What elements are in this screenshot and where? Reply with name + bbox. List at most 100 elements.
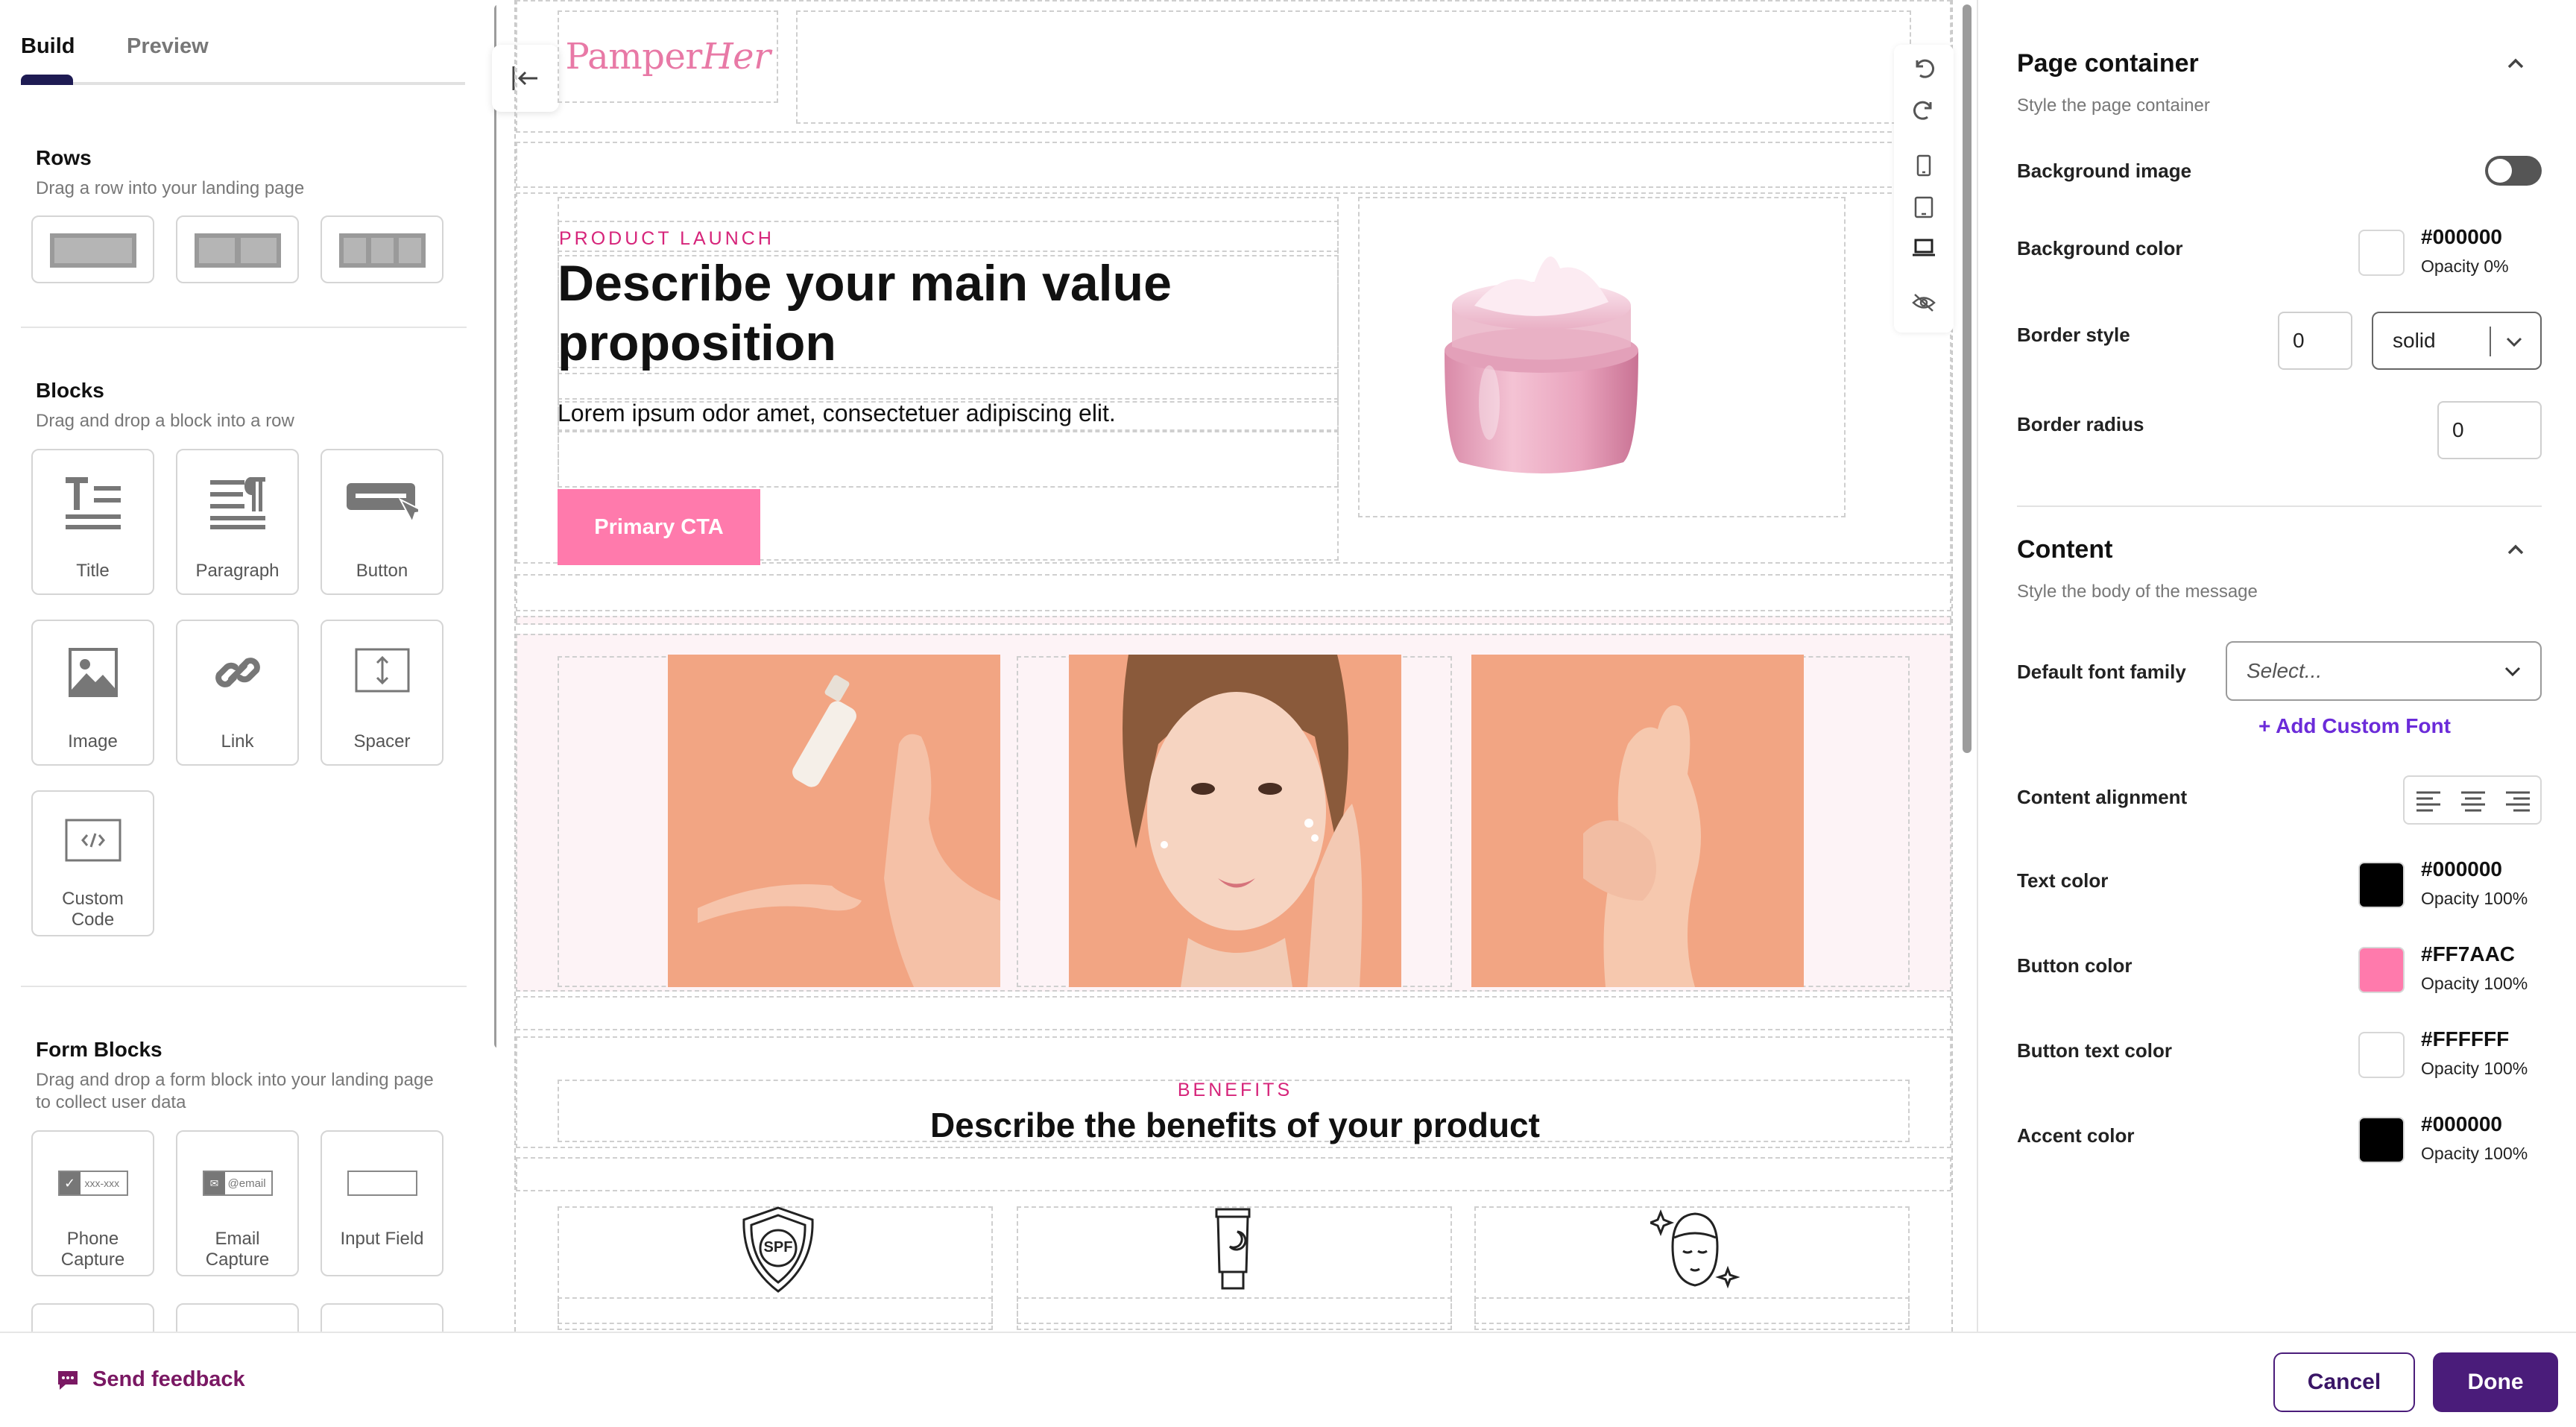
sunscreen-tube-icon[interactable] bbox=[1196, 1205, 1270, 1294]
text-color-swatch[interactable] bbox=[2358, 862, 2405, 908]
spacer-icon bbox=[355, 648, 409, 693]
canvas-scrollbar[interactable] bbox=[1963, 4, 1972, 753]
undo-button[interactable] bbox=[1909, 54, 1939, 84]
form-block-input-field[interactable]: Input Field bbox=[321, 1130, 443, 1276]
block-label: Link bbox=[221, 731, 254, 752]
hero-eyebrow[interactable]: PRODUCT LAUNCH bbox=[559, 228, 774, 250]
tab-build[interactable]: Build bbox=[21, 34, 75, 59]
eye-off-icon bbox=[1912, 294, 1936, 312]
block-custom-code[interactable]: Custom Code bbox=[31, 790, 154, 936]
font-family-label: Default font family bbox=[2017, 661, 2186, 683]
glowing-face-icon[interactable] bbox=[1647, 1202, 1740, 1294]
border-style-select[interactable]: solid bbox=[2372, 312, 2542, 370]
rows-title: Rows bbox=[36, 146, 92, 169]
block-title[interactable]: Title bbox=[31, 449, 154, 595]
button-text-color-hex[interactable]: #FFFFFF bbox=[2421, 1027, 2509, 1051]
text-color-opacity: Opacity 100% bbox=[2421, 889, 2528, 908]
chevron-up-icon[interactable] bbox=[2504, 538, 2527, 561]
align-left-icon[interactable] bbox=[2414, 787, 2443, 816]
block-label: Input Field bbox=[340, 1229, 424, 1249]
align-center-icon[interactable] bbox=[2458, 787, 2488, 816]
desktop-icon bbox=[1913, 239, 1935, 256]
background-color-hex[interactable]: #000000 bbox=[2421, 225, 2502, 249]
phone-capture-icon: ✓ xxx-xxx bbox=[57, 1171, 128, 1196]
spacer-row[interactable] bbox=[516, 574, 1951, 611]
select-separator bbox=[2490, 327, 2491, 356]
accent-color-hex[interactable]: #000000 bbox=[2421, 1112, 2502, 1136]
button-text-color-swatch[interactable] bbox=[2358, 1032, 2405, 1078]
brand-logo[interactable]: PamperHer bbox=[558, 10, 778, 103]
block-paragraph[interactable]: Paragraph bbox=[176, 449, 299, 595]
chevron-down-icon bbox=[2506, 337, 2522, 347]
cancel-button[interactable]: Cancel bbox=[2273, 1352, 2415, 1412]
canvas-toolbar bbox=[1894, 45, 1954, 333]
panel-tabs: Build Preview bbox=[21, 30, 465, 85]
hands-gesture-image[interactable] bbox=[1471, 655, 1804, 987]
divider-row[interactable] bbox=[516, 616, 1951, 625]
blocks-subtitle: Drag and drop a block into a row bbox=[36, 411, 294, 431]
landing-page-canvas: PamperHer PRODUCT LAUNCH Describe your m… bbox=[514, 0, 1953, 1332]
redo-button[interactable] bbox=[1909, 95, 1939, 125]
hero-body-text[interactable]: Lorem ipsum odor amet, consectetuer adip… bbox=[558, 400, 1116, 427]
block-label: Image bbox=[68, 731, 118, 752]
border-width-input[interactable]: 0 bbox=[2278, 312, 2352, 370]
done-button[interactable]: Done bbox=[2433, 1352, 2558, 1412]
row-three-columns[interactable] bbox=[321, 215, 443, 283]
product-jar-image[interactable] bbox=[1400, 224, 1683, 492]
spacer-block[interactable] bbox=[558, 373, 1339, 400]
one-column-icon bbox=[49, 233, 136, 268]
benefits-title[interactable]: Describe the benefits of your product bbox=[516, 1105, 1951, 1145]
desktop-view-button[interactable] bbox=[1909, 233, 1939, 262]
hide-elements-button[interactable] bbox=[1909, 288, 1939, 318]
form-block-partial[interactable] bbox=[321, 1303, 443, 1332]
left-panel-scrollbar[interactable] bbox=[494, 4, 496, 1048]
text-color-hex[interactable]: #000000 bbox=[2421, 857, 2502, 881]
header-empty-column[interactable] bbox=[796, 10, 1911, 124]
benefit-text-block[interactable] bbox=[1017, 1297, 1452, 1324]
benefit-text-block[interactable] bbox=[558, 1297, 993, 1324]
background-color-swatch[interactable] bbox=[2358, 230, 2405, 276]
background-image-toggle[interactable] bbox=[2485, 156, 2542, 186]
woman-face-cream-image[interactable] bbox=[1069, 655, 1401, 987]
block-button[interactable]: Button bbox=[321, 449, 443, 595]
button-color-hex[interactable]: #FF7AAC bbox=[2421, 942, 2515, 966]
spf-shield-icon[interactable]: SPF bbox=[735, 1205, 821, 1294]
spacer-row[interactable] bbox=[516, 996, 1951, 1030]
form-block-partial[interactable] bbox=[31, 1303, 154, 1332]
code-icon bbox=[65, 819, 121, 862]
accent-color-swatch[interactable] bbox=[2358, 1117, 2405, 1163]
form-block-partial[interactable] bbox=[176, 1303, 299, 1332]
tab-preview[interactable]: Preview bbox=[127, 34, 209, 59]
form-block-email-capture[interactable]: ✉ @email Email Capture bbox=[176, 1130, 299, 1276]
benefits-eyebrow[interactable]: BENEFITS bbox=[516, 1080, 1951, 1101]
hands-applying-cream-image[interactable] bbox=[668, 655, 1000, 987]
form-block-phone-capture[interactable]: ✓ xxx-xxx Phone Capture bbox=[31, 1130, 154, 1276]
content-subtitle: Style the body of the message bbox=[2017, 582, 2258, 602]
primary-cta-button[interactable]: Primary CTA bbox=[558, 489, 760, 565]
border-radius-input[interactable]: 0 bbox=[2437, 401, 2542, 459]
add-custom-font-link[interactable]: + Add Custom Font bbox=[2258, 714, 2451, 738]
mobile-view-button[interactable] bbox=[1909, 151, 1939, 180]
tablet-view-button[interactable] bbox=[1909, 192, 1939, 222]
image-icon bbox=[68, 648, 118, 697]
block-link[interactable]: Link bbox=[176, 620, 299, 766]
divider bbox=[21, 327, 467, 328]
hero-title[interactable]: Describe your main value proposition bbox=[558, 253, 1303, 373]
font-family-select[interactable]: Select... bbox=[2226, 641, 2542, 701]
title-icon bbox=[65, 477, 121, 529]
row-two-columns[interactable] bbox=[176, 215, 299, 283]
chevron-up-icon[interactable] bbox=[2504, 52, 2527, 75]
text-color-label: Text color bbox=[2017, 869, 2109, 892]
divider bbox=[21, 986, 467, 987]
benefit-text-block[interactable] bbox=[1474, 1297, 1910, 1324]
block-spacer[interactable]: Spacer bbox=[321, 620, 443, 766]
align-right-icon[interactable] bbox=[2503, 787, 2533, 816]
block-image[interactable]: Image bbox=[31, 620, 154, 766]
spacer-row[interactable] bbox=[516, 1157, 1951, 1191]
settings-panel: Page container Style the page container … bbox=[1977, 0, 2576, 1332]
spacer-row[interactable] bbox=[516, 142, 1951, 188]
row-one-column[interactable] bbox=[31, 215, 154, 283]
button-color-swatch[interactable] bbox=[2358, 947, 2405, 993]
spacer-block[interactable] bbox=[558, 431, 1339, 488]
send-feedback-link[interactable]: Send feedback bbox=[55, 1367, 245, 1392]
